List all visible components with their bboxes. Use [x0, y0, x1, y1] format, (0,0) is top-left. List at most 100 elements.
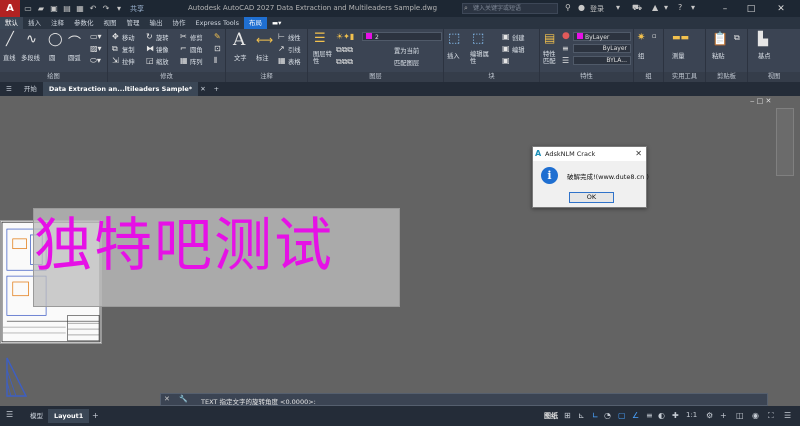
group-label[interactable]: 组	[638, 51, 644, 60]
lineweight-icon[interactable]: ☰	[562, 56, 569, 65]
trim-label[interactable]: 修剪	[190, 33, 203, 42]
annotation-panel-label[interactable]: 注释	[226, 72, 307, 82]
tab-view[interactable]: 视图	[99, 17, 122, 29]
layer-state-icons[interactable]: ☀✦▮	[336, 32, 354, 41]
command-close-icon[interactable]: ✕	[164, 395, 170, 403]
tab-start[interactable]: 开始	[18, 82, 43, 96]
dropdown-icon[interactable]: ▾	[664, 3, 668, 12]
clipboard-panel-label[interactable]: 剪贴板	[706, 72, 747, 82]
line-icon[interactable]: ╱	[6, 32, 14, 47]
menu-icon[interactable]: ☰	[6, 410, 13, 419]
login-button[interactable]: 登录	[590, 4, 604, 14]
mirror-label[interactable]: 镜像	[156, 45, 169, 54]
layers-panel-label[interactable]: 图层	[308, 72, 443, 82]
ok-button[interactable]: OK	[569, 192, 614, 203]
units-icon[interactable]: ◫	[736, 411, 744, 420]
undo-icon[interactable]: ↶	[88, 4, 98, 14]
search-input[interactable]: ⌕ 键入关键字或短语	[462, 3, 558, 14]
match-layer-label[interactable]: 匹配图层	[394, 58, 419, 67]
create-block-icon[interactable]: ▣	[502, 32, 510, 41]
viewport-controls[interactable]: ‒ □ ✕	[750, 97, 771, 105]
customize-icon[interactable]: 🔧	[179, 395, 188, 403]
snap-icon[interactable]: ⊾	[578, 411, 585, 420]
scale-value[interactable]: 1:1	[686, 411, 697, 419]
polyline-icon[interactable]: ∿	[26, 32, 37, 47]
color-wheel-icon[interactable]: ●	[562, 31, 570, 41]
base-point-icon[interactable]: ▙	[758, 32, 768, 47]
hatch-icon[interactable]: ▨▾	[90, 44, 102, 53]
application-menu-button[interactable]: A	[0, 0, 20, 17]
layer-tools-icons-2[interactable]: ⧉⧉⧉	[336, 57, 353, 67]
osnap-icon[interactable]: ▢	[618, 411, 626, 420]
offset-icon[interactable]: ⫴	[214, 56, 217, 66]
save-as-icon[interactable]: ▤	[62, 4, 72, 14]
linetype-icon[interactable]: ≡	[562, 44, 569, 53]
arc-icon[interactable]: ⌒	[68, 32, 81, 51]
redo-icon[interactable]: ↷	[101, 4, 111, 14]
polar-icon[interactable]: ◔	[604, 411, 611, 420]
tab-annotate[interactable]: 注释	[46, 17, 69, 29]
move-label[interactable]: 移动	[122, 33, 135, 42]
block-panel-label[interactable]: 块	[444, 72, 539, 82]
circle-icon[interactable]: ◯	[48, 32, 63, 47]
layer-properties-label[interactable]: 图层特性	[313, 51, 333, 65]
layer-properties-icon[interactable]: ☰	[314, 31, 326, 46]
scale-icon[interactable]: ◲	[146, 56, 154, 65]
open-file-icon[interactable]: ▰	[36, 4, 46, 14]
close-button[interactable]: ✕	[770, 0, 792, 17]
copy-label[interactable]: 复制	[122, 45, 135, 54]
leader-label[interactable]: 引线	[288, 45, 301, 54]
tab-parametric[interactable]: 参数化	[69, 17, 99, 29]
binoculars-icon[interactable]: ⚲	[565, 3, 571, 12]
linear-label[interactable]: 线性	[288, 33, 301, 42]
tab-model[interactable]: 模型	[24, 409, 49, 423]
minimize-button[interactable]: –	[714, 0, 736, 17]
autodesk-app-icon[interactable]: ▲	[652, 3, 658, 12]
menu-icon[interactable]: ☰	[0, 82, 18, 96]
dimension-icon[interactable]: ⟷	[256, 33, 273, 47]
insert-label[interactable]: 插入	[447, 51, 460, 60]
explode-icon[interactable]: ⊡	[214, 44, 221, 53]
measure-icon[interactable]: ▬▬	[672, 33, 689, 43]
match-properties-icon[interactable]: ▤	[544, 31, 555, 45]
rotate-label[interactable]: 旋转	[156, 33, 169, 42]
ortho-icon[interactable]: ∟	[592, 411, 599, 420]
isolate-icon[interactable]: ◉	[752, 411, 759, 420]
paper-space-label[interactable]: 图纸	[544, 411, 558, 421]
create-label[interactable]: 创建	[512, 33, 525, 42]
ribbon-options-button[interactable]: ▬▾	[267, 17, 286, 29]
edit-attributes-icon[interactable]: ⬚	[472, 31, 484, 46]
table-icon[interactable]: ▦	[278, 56, 286, 65]
layer-tools-icons[interactable]: ⧉⧉⧉	[336, 45, 353, 55]
help-icon[interactable]: ?	[678, 3, 682, 12]
edit-block-icon[interactable]: ▣	[502, 44, 510, 53]
add-layout-icon[interactable]: +	[92, 411, 99, 420]
tab-default[interactable]: 默认	[0, 17, 23, 29]
set-current-label[interactable]: 置为当前	[394, 46, 419, 55]
fillet-label[interactable]: 圆角	[190, 45, 203, 54]
tab-express-tools[interactable]: Express Tools	[191, 17, 244, 29]
tab-collaborate[interactable]: 协作	[168, 17, 191, 29]
dropdown-icon[interactable]: ▾	[616, 3, 620, 12]
workspace-gear-icon[interactable]: ⚙	[706, 411, 713, 420]
linear-dim-icon[interactable]: ⊢	[278, 32, 285, 41]
modify-panel-label[interactable]: 修改	[108, 72, 225, 82]
insert-block-icon[interactable]: ⬚	[448, 31, 460, 46]
group-tools-icon[interactable]: ▫	[652, 32, 657, 40]
edit-attributes-label[interactable]: 编辑属性	[470, 51, 492, 65]
maximize-button[interactable]: □	[740, 0, 762, 17]
dialog-close-button[interactable]: ✕	[635, 147, 642, 161]
selection-cycling-icon[interactable]: ✚	[672, 411, 679, 420]
tab-current-drawing[interactable]: Data Extraction an...ltileaders Sample*	[42, 82, 199, 96]
plot-icon[interactable]: ▦	[75, 4, 85, 14]
attribute-icon[interactable]: ▣	[502, 56, 510, 65]
tab-layout1[interactable]: Layout1	[48, 409, 90, 423]
trim-icon[interactable]: ✂	[180, 32, 187, 41]
move-icon[interactable]: ✥	[112, 32, 119, 41]
rectangle-icon[interactable]: ▭▾	[90, 32, 102, 41]
navigation-bar[interactable]	[776, 108, 794, 176]
tab-layout[interactable]: 布局	[243, 17, 267, 29]
new-tab-icon[interactable]: +	[208, 82, 225, 96]
rotate-icon[interactable]: ↻	[146, 32, 153, 41]
customization-icon[interactable]: ☰	[784, 411, 791, 420]
